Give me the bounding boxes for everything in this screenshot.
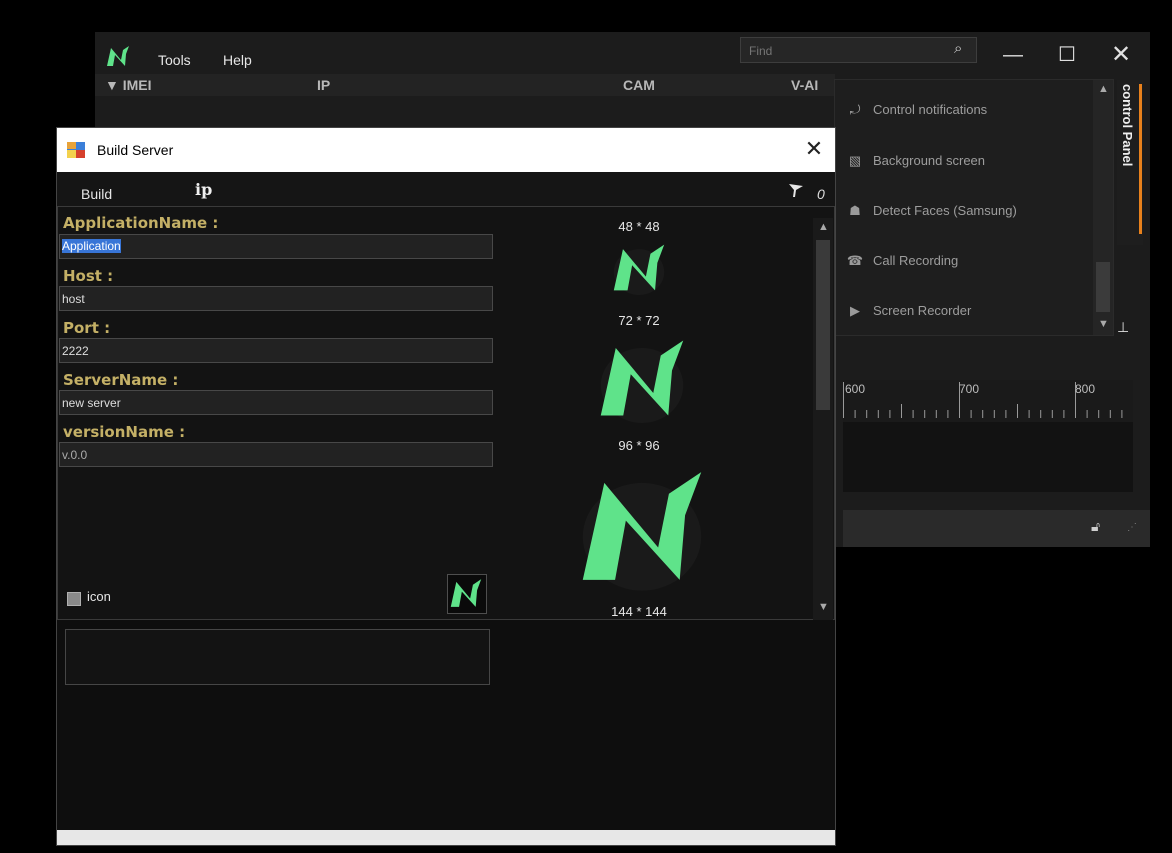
phone-icon: ☎ xyxy=(846,253,864,268)
status-bar: 🔓︎ ⋰ xyxy=(843,510,1150,547)
label-host: Host : xyxy=(63,267,114,285)
ruler-label: 600 xyxy=(845,382,866,396)
find-box[interactable]: ⌕ xyxy=(740,37,977,63)
label-port: Port : xyxy=(63,319,111,337)
ruler-label: 700 xyxy=(959,382,980,396)
scroll-up-icon[interactable]: ▲ xyxy=(1098,83,1109,95)
build-form: ApplicationName : Application Host : Por… xyxy=(57,206,835,685)
col-ip[interactable]: IP xyxy=(317,77,330,93)
preview-scrollbar[interactable]: ▲ ▼ xyxy=(813,218,833,620)
control-panel-scrollbar[interactable]: ▲ ▼ xyxy=(1093,80,1113,335)
pin-icon[interactable]: ⊥ xyxy=(1117,319,1129,336)
control-panel-tab[interactable]: control Panel xyxy=(1117,80,1143,245)
dialog-title: Build Server xyxy=(97,142,174,158)
version-name-input[interactable] xyxy=(59,442,493,467)
icon-checkbox[interactable] xyxy=(67,592,81,606)
camera-icon: ▶ xyxy=(850,303,860,318)
resize-grip-icon[interactable]: ⋰ xyxy=(1127,522,1137,533)
col-cam[interactable]: CAM xyxy=(623,77,655,93)
cp-item-call-recording[interactable]: ☎ Call Recording xyxy=(845,236,1090,286)
ruler-label: 800 xyxy=(1075,382,1096,396)
label-version-name: versionName : xyxy=(63,423,186,441)
notes-textarea[interactable] xyxy=(65,629,490,685)
size-label-96: 96 * 96 xyxy=(618,438,660,453)
size-label-144: 144 * 144 xyxy=(611,604,667,619)
icon-preview-96 xyxy=(582,472,702,591)
main-titlebar: Tools Help ⌕ — ☐ ✕ xyxy=(95,32,1150,74)
dialog-close-icon[interactable]: ✕ xyxy=(799,136,829,162)
cp-item-label: Detect Faces (Samsung) xyxy=(873,203,1017,218)
cp-item-screen-recorder[interactable]: ▶ Screen Recorder xyxy=(845,286,1090,336)
dialog-menubar: Build ip 0 xyxy=(57,172,835,206)
icon-preview-48 xyxy=(613,244,665,295)
application-name-value: Application xyxy=(62,239,121,253)
label-application-name: ApplicationName : xyxy=(63,214,219,232)
build-server-dialog: Build Server ✕ Build ip 0 ApplicationNam… xyxy=(57,128,835,845)
size-label-72: 72 * 72 xyxy=(618,313,660,328)
cp-item-label: Background screen xyxy=(873,153,986,168)
wallpaper-icon: ▧ xyxy=(848,153,862,168)
application-name-input[interactable]: Application xyxy=(59,234,493,259)
minimize-icon[interactable]: — xyxy=(995,40,1031,70)
app-logo-icon xyxy=(450,579,482,607)
col-imei[interactable]: ▼ IMEI xyxy=(105,77,152,93)
scroll-thumb[interactable] xyxy=(1096,262,1110,312)
cp-item-background-screen[interactable]: ▧ Background screen xyxy=(845,136,1090,186)
face-detect-icon: ☗ xyxy=(849,203,861,218)
timeline-ruler: 600 700 800 xyxy=(843,380,1133,422)
port-input[interactable] xyxy=(59,338,493,363)
icon-picker-button[interactable] xyxy=(447,574,487,614)
scroll-up-icon[interactable]: ▲ xyxy=(818,221,829,233)
scroll-down-icon[interactable]: ▼ xyxy=(1098,318,1109,330)
cp-item-detect-faces[interactable]: ☗ Detect Faces (Samsung) xyxy=(845,186,1090,236)
menu-build[interactable]: Build xyxy=(81,186,112,202)
control-panel-tab-label: control Panel xyxy=(1120,84,1135,167)
control-panel-list: ⤾ Control notifications ▧ Background scree… xyxy=(835,80,1113,335)
window-app-icon xyxy=(67,142,85,158)
menu-ip[interactable]: ip xyxy=(195,180,212,199)
icon-checkbox-label: icon xyxy=(87,589,111,604)
lock-icon[interactable]: 🔓︎ xyxy=(1091,518,1100,535)
cp-item-label: Control notifications xyxy=(873,102,988,117)
icon-preview-72 xyxy=(600,340,684,423)
device-grid-header: ▼ IMEI IP CAM V-AI xyxy=(95,74,835,96)
cp-item-label: Call Recording xyxy=(873,253,959,268)
cp-item-label: Screen Recorder xyxy=(873,303,972,318)
notification-count: 0 xyxy=(817,186,825,202)
server-name-input[interactable] xyxy=(59,390,493,415)
app-logo-icon xyxy=(107,46,129,66)
scroll-thumb[interactable] xyxy=(816,240,830,410)
tab-accent-bar xyxy=(1139,84,1142,234)
label-server-name: ServerName : xyxy=(63,371,179,389)
menu-tools[interactable]: Tools xyxy=(158,52,191,68)
cp-item-control-notifications[interactable]: ⤾ Control notifications xyxy=(845,85,1090,135)
flag-icon[interactable] xyxy=(787,182,805,198)
dialog-bottom-bar xyxy=(57,830,835,845)
size-label-48: 48 * 48 xyxy=(618,219,660,234)
close-icon[interactable]: ✕ xyxy=(1103,40,1139,70)
search-icon[interactable]: ⌕ xyxy=(954,40,962,57)
notification-icon: ⤾ xyxy=(849,102,861,117)
scroll-down-icon[interactable]: ▼ xyxy=(818,601,829,613)
host-input[interactable] xyxy=(59,286,493,311)
menu-help[interactable]: Help xyxy=(223,52,252,68)
timeline-area xyxy=(843,422,1133,492)
maximize-icon[interactable]: ☐ xyxy=(1049,40,1085,70)
find-input[interactable] xyxy=(747,39,941,63)
dialog-titlebar: Build Server ✕ xyxy=(57,128,835,172)
col-v-ai[interactable]: V-AI xyxy=(791,77,818,93)
